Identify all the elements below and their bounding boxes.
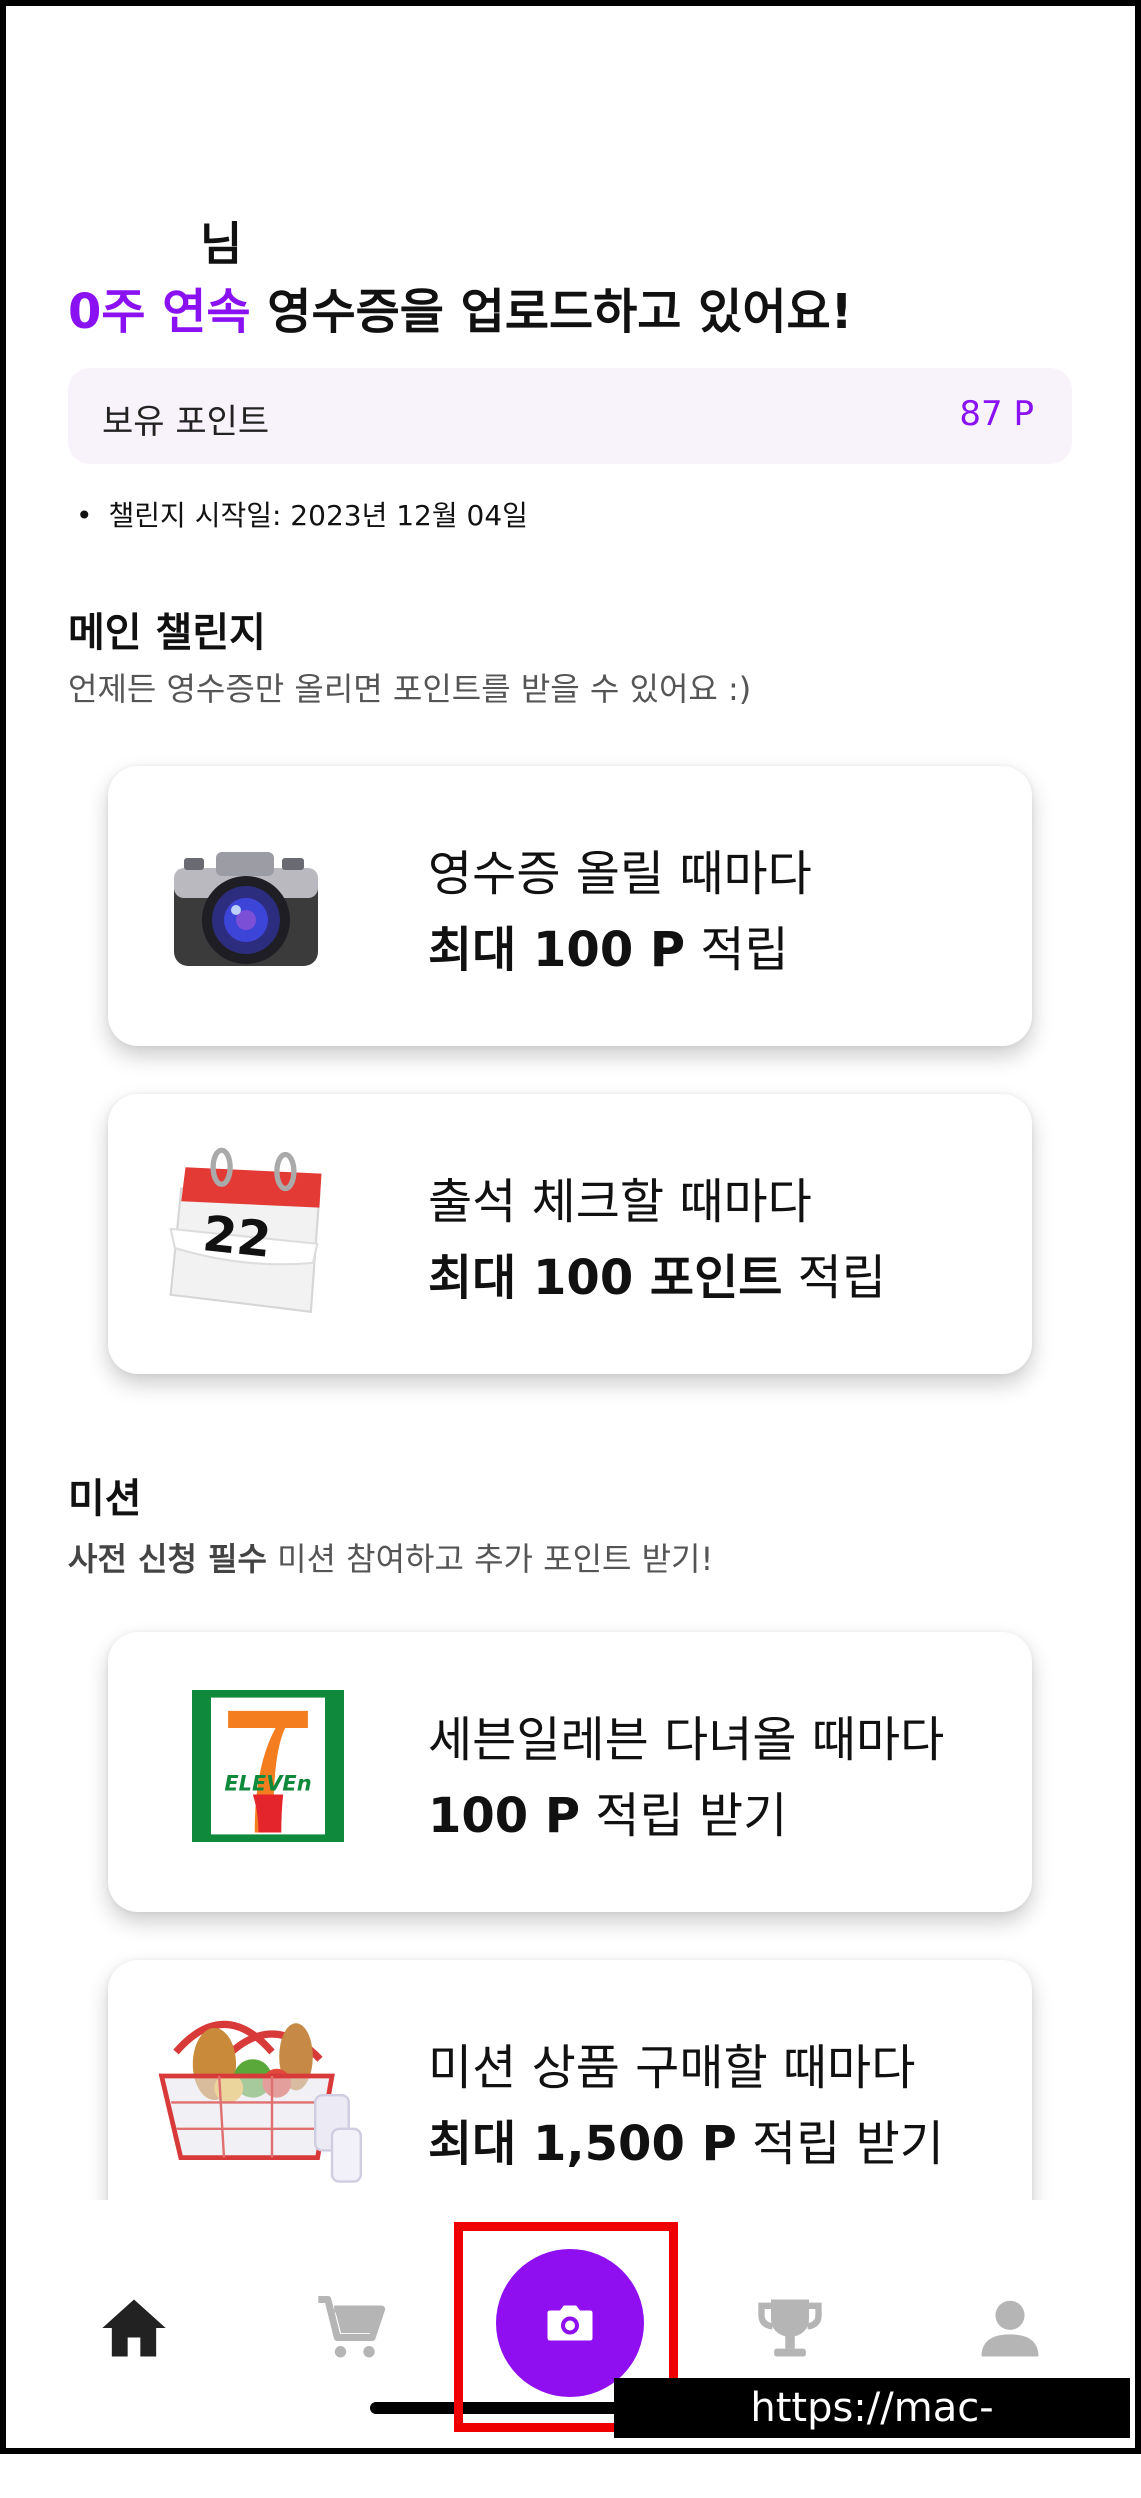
seven-eleven-logo-text: ELEVEn	[224, 1772, 311, 1796]
home-screen: 님 0주 연속 영수증을 업로드하고 있어요! 보유 포인트 87 P • 챌린지…	[0, 0, 1141, 2200]
calendar-icon: 22	[169, 1147, 322, 1313]
seven-eleven-mission-card[interactable]: ELEVEn 세븐일레븐 다녀올 때마다 100 P 적립 받기	[108, 1632, 1032, 1912]
user-greeting: 님	[200, 217, 243, 271]
challenge-start-date: • 챌린지 시작일: 2023년 12월 04일	[76, 494, 528, 534]
missions-title: 미션	[68, 1476, 142, 1522]
streak-text: 영수증을 업로드하고 있어요!	[250, 284, 853, 340]
seven-eleven-logo: ELEVEn	[192, 1690, 344, 1842]
profile-icon[interactable]	[972, 2290, 1048, 2366]
challenge-start-text: 챌린지 시작일: 2023년 12월 04일	[108, 499, 528, 532]
watermark: https://mac-os.tistory.com	[614, 2378, 1130, 2491]
points-value: 87 P	[959, 394, 1034, 434]
receipt-card-reward-suffix: 적립	[685, 922, 789, 978]
trophy-icon[interactable]	[752, 2290, 828, 2366]
attendance-card-reward-suffix: 적립	[782, 1250, 886, 1306]
streak-headline: 0주 연속 영수증을 업로드하고 있어요!	[68, 272, 853, 342]
purchase-card-reward-suffix: 적립 받기	[736, 2116, 944, 2172]
receipt-card-title: 영수증 올릴 때마다	[428, 846, 812, 902]
receipt-card-reward-amount: 최대 100 P	[428, 922, 686, 978]
attendance-card[interactable]: 22 출석 체크할 때마다 최대 100 포인트 적립	[108, 1094, 1032, 1374]
missions-subtitle-required: 사전 신청 필수	[68, 1540, 267, 1578]
seven-eleven-card-title: 세븐일레븐 다녀올 때마다	[428, 1712, 945, 1768]
seven-eleven-card-reward-amount: 100 P	[428, 1788, 581, 1844]
purchase-card-reward: 최대 1,500 P 적립 받기	[428, 2104, 944, 2174]
cart-icon[interactable]	[312, 2290, 388, 2366]
purchase-card-title: 미션 상품 구매할 때마다	[428, 2040, 916, 2096]
missions-subtitle: 사전 신청 필수 미션 참여하고 추가 포인트 받기!	[68, 1534, 713, 1580]
attendance-card-reward: 최대 100 포인트 적립	[428, 1238, 886, 1308]
camera-icon	[174, 852, 318, 966]
attendance-card-reward-amount: 최대 100 포인트	[428, 1250, 783, 1306]
shopping-basket-icon	[158, 2020, 362, 2183]
home-icon[interactable]	[96, 2290, 172, 2366]
seven-eleven-card-reward: 100 P 적립 받기	[428, 1776, 787, 1846]
calendar-day: 22	[200, 1205, 274, 1269]
attendance-card-title: 출석 체크할 때마다	[428, 1174, 812, 1230]
receipt-upload-card[interactable]: 영수증 올릴 때마다 최대 100 P 적립	[108, 766, 1032, 1046]
seven-eleven-card-reward-suffix: 적립 받기	[580, 1788, 788, 1844]
main-challenge-title: 메인 챌린지	[68, 610, 266, 656]
bullet: •	[76, 499, 93, 532]
points-box[interactable]: 보유 포인트 87 P	[68, 368, 1072, 464]
product-purchase-mission-card[interactable]: 미션 상품 구매할 때마다 최대 1,500 P 적립 받기	[108, 1960, 1032, 2200]
missions-subtitle-rest: 미션 참여하고 추가 포인트 받기!	[266, 1540, 714, 1578]
purchase-card-reward-amount: 최대 1,500 P	[428, 2116, 737, 2172]
main-challenge-subtitle: 언제든 영수증만 올리면 포인트를 받을 수 있어요 :)	[68, 670, 752, 708]
receipt-card-reward: 최대 100 P 적립	[428, 910, 789, 980]
points-label: 보유 포인트	[102, 402, 270, 442]
streak-count: 0주 연속	[68, 284, 251, 340]
